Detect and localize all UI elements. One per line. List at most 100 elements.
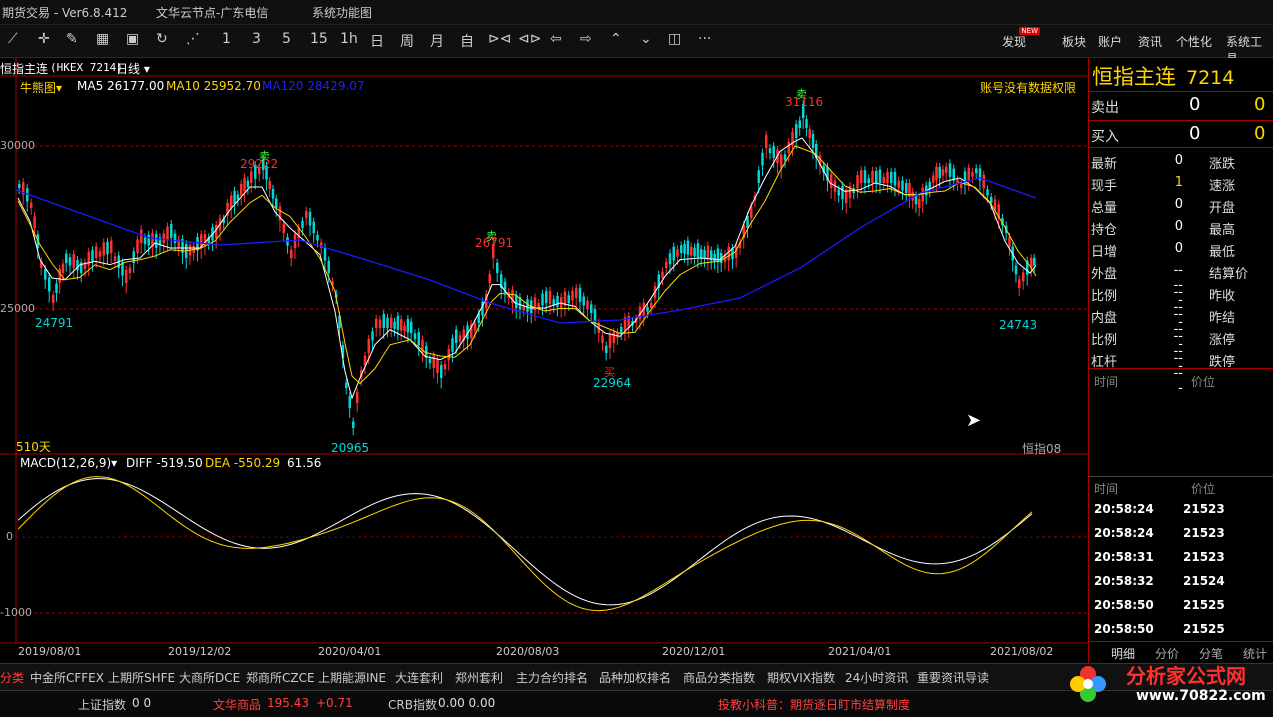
candle-body	[136, 239, 139, 253]
left-arrow-icon[interactable]: ⇦	[550, 31, 562, 47]
tab-vix[interactable]: 期权VIX指数	[767, 669, 835, 686]
sell-price: 0	[1189, 94, 1200, 115]
candle-body	[613, 332, 616, 343]
macd-bar	[324, 534, 326, 537]
period-1[interactable]: 1	[222, 31, 231, 47]
macd-bar	[159, 537, 161, 557]
macd-bar	[762, 519, 764, 537]
period-1h[interactable]: 1h	[340, 31, 358, 47]
macd-bar	[813, 537, 815, 538]
more-button[interactable]: ···	[698, 31, 711, 47]
pen-icon[interactable]: ✎	[66, 31, 78, 47]
up-icon[interactable]: ⌃	[610, 31, 622, 47]
wh-index-value: 195.43	[267, 696, 309, 710]
chart-area[interactable]: 恒指主连 (HKEX 7214) 日线 ▾ 牛熊图▾ MA5 26177.00 …	[0, 58, 1088, 663]
draw-line-icon[interactable]: ⟋	[8, 31, 18, 47]
sh-index-value: 0 0	[132, 696, 151, 710]
macd-bar	[57, 519, 59, 537]
down-icon[interactable]: ⌄	[640, 31, 652, 47]
period-select[interactable]: 日线 ▾	[116, 60, 150, 77]
refresh-icon[interactable]: ↻	[156, 31, 168, 47]
macd-bar	[870, 537, 872, 567]
zoom-in-icon[interactable]: ⊳⊲	[488, 31, 511, 47]
candle-body	[55, 284, 58, 293]
quote-row-label: 总量	[1091, 197, 1117, 216]
system-menu[interactable]: 系统功能图	[312, 4, 372, 21]
crb-value: 0.00 0.00	[438, 696, 495, 710]
candle-body	[784, 154, 787, 160]
tab-zhengzhou-arb[interactable]: 郑州套利	[455, 669, 503, 686]
tick-row[interactable]: 20:58:5021525	[1089, 594, 1273, 618]
tick-row[interactable]: 20:58:5021525	[1089, 618, 1273, 642]
right-arrow-icon[interactable]: ⇨	[580, 31, 592, 47]
personalize-button[interactable]: 个性化	[1176, 33, 1212, 50]
crosshair-icon[interactable]: ✛	[38, 31, 50, 47]
period-5[interactable]: 5	[282, 31, 291, 47]
chart-type-icon[interactable]: ⋰	[186, 31, 200, 47]
server-label[interactable]: 文华云节点-广东电信	[156, 4, 268, 21]
tab-commodity-index[interactable]: 商品分类指数	[683, 669, 755, 686]
candle-body	[983, 175, 986, 188]
macd-bar	[591, 517, 593, 537]
macd-bar	[696, 537, 698, 546]
macd-select[interactable]: MACD(12,26,9)▾	[20, 456, 117, 470]
tick-row[interactable]: 20:58:2421523	[1089, 498, 1273, 522]
macd-bar	[138, 537, 140, 553]
macd-bar	[555, 519, 557, 537]
tab-weighted-rank[interactable]: 品种加权排名	[599, 669, 671, 686]
tick-row[interactable]: 20:58:3121523	[1089, 546, 1273, 570]
discover-button[interactable]: 发现NEW	[1002, 33, 1026, 50]
kline-chart[interactable]	[0, 58, 1088, 663]
tick-row[interactable]: 20:58:2421523	[1089, 522, 1273, 546]
account-button[interactable]: 账户	[1098, 33, 1122, 50]
macd-bar	[66, 519, 68, 537]
candle-body	[932, 175, 935, 183]
period-custom[interactable]: 自	[460, 31, 474, 51]
save-icon[interactable]: ▣	[126, 31, 139, 47]
news-button[interactable]: 资讯	[1138, 33, 1162, 50]
macd-bar	[465, 537, 467, 546]
tab-main-rank[interactable]: 主力合约排名	[516, 669, 588, 686]
macd-bar	[516, 506, 518, 537]
macd-bar	[78, 517, 80, 537]
macd-bar	[978, 529, 980, 537]
candle-body	[290, 250, 293, 258]
tab-dce[interactable]: 大商所DCE	[179, 669, 240, 686]
candle-body	[799, 120, 802, 128]
tab-shfe[interactable]: 上期所SHFE	[108, 669, 175, 686]
macd-bar	[498, 516, 500, 537]
edu-tip[interactable]: 投教小科普：期货逐日盯市结算制度	[718, 696, 910, 713]
quote-row-value: 1	[1169, 175, 1183, 190]
macd-bar	[156, 537, 158, 558]
tab-key-news[interactable]: 重要资讯导读	[917, 669, 989, 686]
zoom-out-icon[interactable]: ⊲⊳	[518, 31, 541, 47]
period-month[interactable]: 月	[430, 31, 444, 51]
tab-czce[interactable]: 郑商所CZCE	[246, 669, 315, 686]
indicator-select[interactable]: 牛熊图▾	[20, 79, 62, 96]
grid-icon[interactable]: ▦	[96, 31, 109, 47]
tab-dalian-arb[interactable]: 大连套利	[395, 669, 443, 686]
candle-body	[534, 298, 537, 311]
tick-row[interactable]: 20:58:3221524	[1089, 570, 1273, 594]
tab-category[interactable]: 分类	[0, 669, 24, 686]
period-15[interactable]: 15	[310, 31, 328, 47]
macd-bar	[564, 518, 566, 537]
tick-time: 20:58:50	[1094, 598, 1154, 612]
macd-bar	[423, 537, 425, 548]
macd-bar	[891, 537, 893, 568]
quote-row-field: 涨停	[1209, 329, 1235, 348]
macd-bar	[699, 537, 701, 547]
macd-bar	[153, 537, 155, 558]
tab-cffex[interactable]: 中金所CFFEX	[30, 669, 104, 686]
tab-ine[interactable]: 上期能源INE	[318, 669, 386, 686]
period-day[interactable]: 日	[370, 31, 384, 51]
macd-bar	[846, 537, 848, 546]
layout-icon[interactable]: ◫	[668, 31, 681, 47]
period-3[interactable]: 3	[252, 31, 261, 47]
period-week[interactable]: 周	[400, 31, 414, 51]
index-name: 恒指08	[1022, 440, 1061, 457]
tick-time: 20:58:24	[1094, 502, 1154, 516]
macd-bar	[315, 536, 317, 537]
sector-button[interactable]: 板块	[1062, 33, 1086, 50]
tab-24h-news[interactable]: 24小时资讯	[845, 669, 908, 686]
